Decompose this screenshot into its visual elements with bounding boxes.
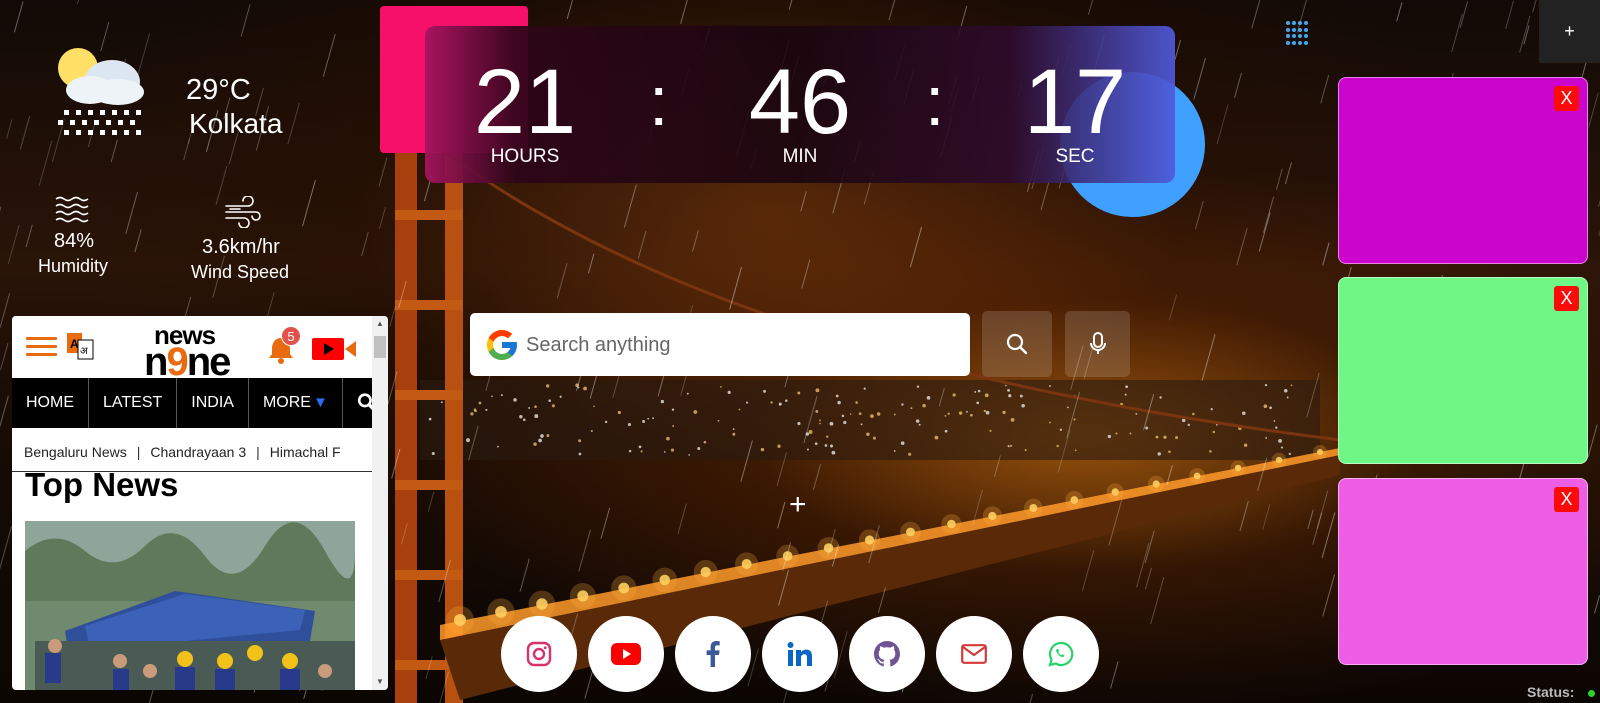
news-scrollbar[interactable]: ▲ ▼ xyxy=(372,316,388,690)
news-nav-bar: HOME LATEST INDIA MORE ▼ xyxy=(12,378,378,428)
news-tag[interactable]: Bengaluru News xyxy=(24,444,127,460)
facebook-link[interactable] xyxy=(675,616,751,692)
note-close-button[interactable]: X xyxy=(1554,86,1579,111)
search-icon xyxy=(1006,333,1028,355)
news-nav-latest[interactable]: LATEST xyxy=(89,378,178,428)
search-bar xyxy=(470,313,970,376)
clock-minutes: 46 xyxy=(748,51,852,153)
clock-separator: : xyxy=(649,62,669,140)
github-icon xyxy=(874,641,900,667)
clock-hours: 21 xyxy=(473,51,577,153)
news-nav-home[interactable]: HOME xyxy=(12,378,89,428)
clock-minutes-label: MIN xyxy=(782,146,818,167)
note-close-button[interactable]: X xyxy=(1554,286,1579,311)
scrollbar-thumb[interactable] xyxy=(374,336,386,358)
apps-grid-icon[interactable] xyxy=(1285,20,1311,46)
sticky-note[interactable]: X xyxy=(1338,77,1588,264)
search-input[interactable] xyxy=(526,323,956,367)
wind-speed-label: Wind Speed xyxy=(191,262,290,282)
status-indicator-dot xyxy=(1588,690,1595,697)
news-nav-more[interactable]: MORE ▼ xyxy=(249,378,343,428)
news9-logo[interactable]: news n9ne xyxy=(142,320,260,384)
humidity-value: 84% xyxy=(54,230,95,252)
temperature-value: 29°C xyxy=(186,74,251,106)
news-nav-india[interactable]: INDIA xyxy=(177,378,249,428)
clock-seconds-label: SEC xyxy=(1055,146,1095,167)
news-widget[interactable]: A अ news n9ne 5 HOME LATEST INDIA MORE ▼ … xyxy=(12,316,388,690)
news-tag[interactable]: Himachal F xyxy=(270,444,341,460)
news-header: A अ news n9ne 5 xyxy=(12,316,372,384)
humidity-label: Humidity xyxy=(38,256,109,276)
language-icon[interactable]: A अ xyxy=(66,332,94,360)
top-news-heading: Top News xyxy=(25,466,179,503)
humidity-icon xyxy=(55,196,89,223)
youtube-link[interactable] xyxy=(588,616,664,692)
hamburger-menu-icon[interactable] xyxy=(26,337,57,357)
add-shortcut-button[interactable]: + xyxy=(789,488,807,522)
svg-text:अ: अ xyxy=(80,346,88,357)
linkedin-icon xyxy=(787,642,812,666)
sticky-note[interactable]: X xyxy=(1338,277,1588,464)
news-tag[interactable]: Chandrayaan 3 xyxy=(150,444,246,460)
add-note-button[interactable]: + xyxy=(1539,0,1600,63)
facebook-icon xyxy=(706,641,720,667)
weather-widget: 29°C Kolkata 84% Humidity 3.6km/hr Wind … xyxy=(0,0,330,300)
clock-hours-label: HOURS xyxy=(490,146,560,167)
wind-speed-value: 3.6km/hr xyxy=(202,236,280,258)
youtube-icon xyxy=(611,643,641,665)
google-logo-icon xyxy=(487,330,517,360)
whatsapp-icon xyxy=(1048,641,1074,667)
digital-clock: 21 HOURS : 46 MIN : 17 SEC xyxy=(425,26,1175,183)
email-link[interactable] xyxy=(936,616,1012,692)
scroll-up-arrow-icon[interactable]: ▲ xyxy=(372,316,388,332)
news-thumbnail-image[interactable] xyxy=(25,521,355,690)
linkedin-link[interactable] xyxy=(762,616,838,692)
whatsapp-link[interactable] xyxy=(1023,616,1099,692)
video-icon[interactable] xyxy=(311,336,357,362)
mail-icon xyxy=(961,644,987,664)
note-close-button[interactable]: X xyxy=(1554,487,1579,512)
clock-separator: : xyxy=(925,62,945,140)
scroll-down-arrow-icon[interactable]: ▼ xyxy=(372,674,388,690)
microphone-icon xyxy=(1089,332,1106,354)
search-button[interactable] xyxy=(982,311,1052,377)
voice-search-button[interactable] xyxy=(1065,311,1130,377)
city-name: Kolkata xyxy=(189,108,283,139)
instagram-link[interactable] xyxy=(501,616,577,692)
wind-icon xyxy=(225,196,261,228)
notification-count-badge: 5 xyxy=(281,326,301,346)
instagram-icon xyxy=(526,641,552,667)
clock-seconds: 17 xyxy=(1023,51,1127,153)
caret-down-icon: ▼ xyxy=(312,394,328,411)
github-link[interactable] xyxy=(849,616,925,692)
status-label: Status: xyxy=(1527,684,1575,700)
rain-cloud-icon xyxy=(58,48,144,135)
sticky-note[interactable]: X xyxy=(1338,478,1588,665)
